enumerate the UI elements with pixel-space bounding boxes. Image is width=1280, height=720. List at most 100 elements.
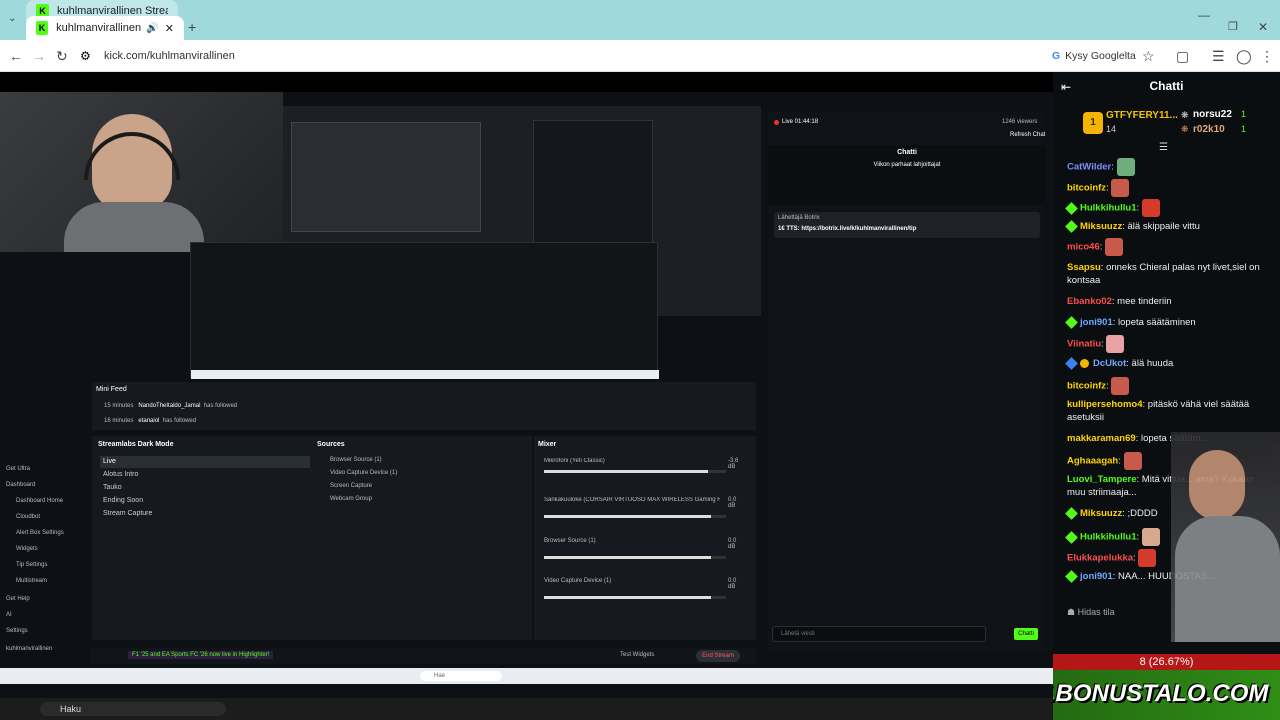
slow-mode-label: Hidas tila <box>1077 607 1115 617</box>
menu-item[interactable]: Settings <box>6 628 28 634</box>
ticker-message: F1 '25 and EA Sports FC '26 now live in … <box>128 651 274 659</box>
back-icon[interactable]: ← <box>9 49 23 63</box>
inner-taskbar-search: Hae <box>420 671 502 681</box>
os-taskbar-search[interactable]: Haku <box>40 702 226 716</box>
scene-item[interactable]: Ending Soon <box>103 497 143 504</box>
chat-username[interactable]: Miksuuzz <box>1080 221 1122 232</box>
mixer-slider[interactable] <box>544 556 726 559</box>
chat-username[interactable]: makkaraman69 <box>1067 433 1136 444</box>
extensions-icon[interactable]: ▢ <box>1176 49 1189 63</box>
mixer-slider[interactable] <box>544 596 726 599</box>
feed-user: etanaiol <box>138 418 160 424</box>
menu-item[interactable]: Tip Settings <box>16 562 47 568</box>
chat-username[interactable]: joni901 <box>1080 317 1113 328</box>
test-widgets-button[interactable]: Test Widgets <box>620 652 654 658</box>
kick-favicon-icon: K <box>36 21 49 35</box>
source-item[interactable]: Screen Capture <box>330 483 372 489</box>
menu-item[interactable]: Dashboard <box>6 482 35 488</box>
gift-icon: ❋ <box>1181 110 1189 120</box>
menu-item[interactable]: Get Help <box>6 596 30 602</box>
reload-icon[interactable]: ↻ <box>56 49 68 63</box>
new-tab-icon[interactable]: + <box>188 20 196 34</box>
mixer-slider[interactable] <box>544 470 726 473</box>
mixer-title: Mixer <box>538 441 557 448</box>
scene-item[interactable]: Stream Capture <box>103 510 152 517</box>
emote-icon <box>1111 377 1130 395</box>
mixer-panel: Mixer Mikrofoni (Yeti Classic) -3.6 dB S… <box>534 436 756 640</box>
inner-send-button[interactable]: Chatti <box>1014 628 1038 640</box>
site-info-icon[interactable]: ⚙ <box>80 49 91 63</box>
scene-item[interactable]: Tauko <box>103 484 122 491</box>
chat-username[interactable]: mico46 <box>1067 242 1100 253</box>
chat-username[interactable]: Aghaaagah <box>1067 456 1118 467</box>
webcam-feed <box>0 92 283 252</box>
media-icon[interactable]: ☰ <box>1212 49 1225 63</box>
chat-username[interactable]: Hulkkihullu1 <box>1080 203 1136 214</box>
chat-username[interactable]: Ssapsu <box>1067 262 1101 273</box>
emote-icon <box>1141 528 1160 546</box>
chat-username[interactable]: bitcoinfz <box>1067 183 1106 194</box>
pinned-tts: 1€ TTS: https://botrix.live/k/kuhlmanvir… <box>778 226 917 232</box>
live-dot-icon <box>774 119 779 125</box>
chat-username[interactable]: CatWilder <box>1067 162 1111 173</box>
streamer-shirt <box>64 202 204 252</box>
chat-username[interactable]: Luovi_Tampere <box>1067 474 1137 485</box>
speaker-icon[interactable]: 🔊 <box>146 23 158 34</box>
source-item[interactable]: Browser Source (1) <box>330 457 382 463</box>
tab-list-icon[interactable]: ⌄ <box>8 12 16 26</box>
top-gifter-count: 1 <box>1241 124 1247 134</box>
chat-username[interactable]: Viinatiu <box>1067 339 1101 350</box>
expand-gifters-icon[interactable]: ☰ <box>1159 142 1168 153</box>
source-item[interactable]: Video Capture Device (1) <box>330 470 397 476</box>
tab-active[interactable]: K kuhlmanvirallinen Stream 🔊 ✕ <box>26 16 184 40</box>
scenes-panel: Streamlabs Dark Mode Live Alotus Intro T… <box>92 436 312 640</box>
menu-item[interactable]: AI <box>6 612 12 618</box>
close-tab-icon[interactable]: ✕ <box>165 22 174 35</box>
bookmark-star-icon[interactable]: ☆ <box>1142 49 1155 63</box>
menu-dots-icon[interactable]: ⋮ <box>1260 49 1274 63</box>
sources-title: Sources <box>317 441 345 448</box>
overlay-count: 8 (26.67%) <box>1139 656 1194 668</box>
scene-item[interactable]: Alotus Intro <box>103 471 138 478</box>
ask-google-button[interactable]: G Kysy Googlelta <box>1052 47 1136 65</box>
chat-username[interactable]: Elukkapelukka <box>1067 553 1133 564</box>
profile-icon[interactable]: ◯ <box>1236 49 1252 63</box>
chat-username[interactable]: kullipersehomo4 <box>1067 399 1143 410</box>
top-gifter-name: norsu22 <box>1193 109 1232 120</box>
close-window-icon[interactable]: ✕ <box>1258 20 1268 34</box>
chat-username[interactable]: Hulkkihullu1 <box>1080 532 1136 543</box>
end-stream-button[interactable]: End Stream <box>696 650 740 662</box>
minimize-icon[interactable]: — <box>1198 8 1210 22</box>
chat-text: ;DDDD <box>1127 508 1158 519</box>
video-top-strip <box>0 72 1053 92</box>
menu-item[interactable]: Alert Box Settings <box>16 530 64 536</box>
mixer-channel-db: -3.6 dB <box>728 458 739 470</box>
chat-username[interactable]: Ebanko02 <box>1067 296 1112 307</box>
chat-username[interactable]: Miksuuzz <box>1080 508 1122 519</box>
menu-item[interactable]: Widgets <box>16 546 38 552</box>
chat-username[interactable]: joni901 <box>1080 571 1113 582</box>
inner-chat-input[interactable]: Lähetä viesti <box>772 626 986 642</box>
restore-icon[interactable]: ❐ <box>1228 20 1238 34</box>
menu-item[interactable]: Multistream <box>16 578 47 584</box>
menu-item[interactable]: kuhlmanvirallinen <box>6 646 52 652</box>
menu-item[interactable]: Cloudbot <box>16 514 40 520</box>
mixer-slider[interactable] <box>544 515 726 518</box>
chat-username[interactable]: DcUkot <box>1093 358 1126 369</box>
mixer-channel-name: Browser Source (1) <box>544 538 596 544</box>
inner-chat-placeholder: Lähetä viesti <box>781 631 815 637</box>
chat-text: älä skippaile vittu <box>1127 221 1200 232</box>
source-item[interactable]: Webcam Group <box>330 496 372 502</box>
url-field[interactable]: kick.com/kuhlmanvirallinen <box>104 50 235 62</box>
scene-active-bg <box>100 456 310 468</box>
browser-tab-bar: ⌄ K kuhlmanvirallinen Stream K kuhlmanvi… <box>0 0 1280 40</box>
stream-video[interactable]: Live 01:44:18 1246 viewers Refresh Chat … <box>0 72 1053 720</box>
chat-username[interactable]: bitcoinfz <box>1067 381 1106 392</box>
scene-item[interactable]: Live <box>103 458 116 465</box>
top-gifter-count: 14 <box>1106 124 1117 134</box>
menu-item[interactable]: Dashboard Home <box>16 498 63 504</box>
forward-icon[interactable]: → <box>32 49 46 63</box>
refresh-chat-button[interactable]: Refresh Chat <box>1010 132 1045 138</box>
menu-item[interactable]: Get Ultra <box>6 466 30 472</box>
emote-icon <box>1138 549 1157 567</box>
